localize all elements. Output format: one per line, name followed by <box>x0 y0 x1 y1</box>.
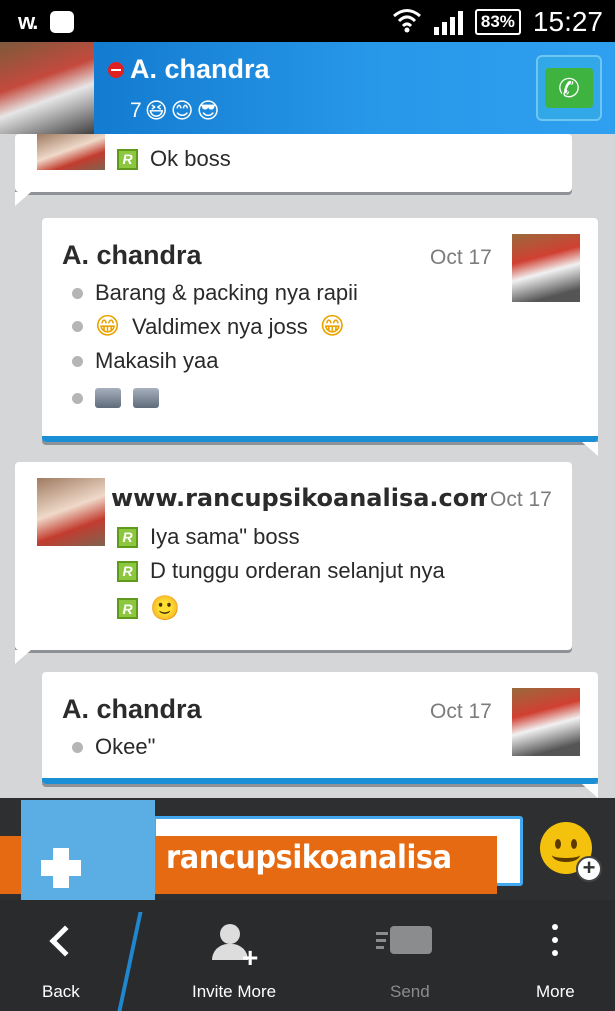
message-text: Valdimex nya joss <box>132 313 308 339</box>
message-line: Makasih yaa <box>72 348 219 374</box>
walkman-icon: w. <box>18 9 38 34</box>
contact-avatar[interactable] <box>0 42 94 134</box>
message-line: R 🙂 <box>117 594 180 623</box>
busy-status-icon <box>108 61 124 78</box>
message-date: Oct 17 <box>430 700 492 723</box>
read-receipt-icon: R <box>117 598 138 619</box>
message-text: Iya sama" boss <box>150 524 300 549</box>
message-line: R D tunggu orderan selanjut nya <box>117 558 445 584</box>
back-label: Back <box>42 982 80 1001</box>
message-line: Okee" <box>72 734 155 760</box>
sender-avatar <box>37 134 105 170</box>
bbm-notification-icon <box>50 11 75 33</box>
message-text: D tunggu orderan selanjut nya <box>150 558 445 583</box>
message-line <box>72 388 159 408</box>
bullet-dot <box>72 392 83 404</box>
status-bar: w. 83% 15:27 <box>0 0 615 42</box>
more-options-icon <box>552 924 558 956</box>
signal-icon <box>433 9 463 35</box>
message-text: Makasih yaa <box>95 348 219 373</box>
add-emoticon-icon: + <box>576 856 602 882</box>
smile-emoticon-icon: 🙂 <box>150 595 180 622</box>
read-receipt-icon: R <box>117 526 138 548</box>
message-bubble-received[interactable]: A. chandra Oct 17 Okee" <box>42 672 598 798</box>
smile-emoticon-icon: 😊 <box>170 98 194 123</box>
invite-more-button[interactable]: + Invite More <box>170 900 300 1011</box>
message-line: R Iya sama" boss <box>117 524 300 550</box>
battery-indicator: 83% <box>474 9 521 35</box>
watermark-text: rancupsikoanalisa <box>166 838 452 876</box>
thumbs-up-icon <box>133 388 159 408</box>
status-count: 7 <box>130 99 142 122</box>
message-status-bar <box>42 778 598 784</box>
message-date: Oct 17 <box>430 246 492 269</box>
clock: 15:27 <box>532 6 603 37</box>
voice-call-button[interactable]: ✆ <box>536 55 602 121</box>
message-text: Barang & packing nya rapii <box>95 280 358 305</box>
more-label: More <box>536 982 575 1001</box>
grin-emoticon-icon: 😁 <box>319 313 345 340</box>
bullet-dot <box>72 741 83 753</box>
chat-header: A. chandra 7 😆 😊 😎 ✆ <box>0 42 615 134</box>
bullet-dot <box>72 287 83 299</box>
message-line: 😁 Valdimex nya joss 😁 <box>72 312 345 341</box>
send-button[interactable]: Send <box>360 900 460 1011</box>
more-button[interactable]: More <box>515 900 605 1011</box>
bbm-send-icon <box>376 926 432 960</box>
bullet-dot <box>72 321 83 332</box>
grin-emoticon-icon: 😁 <box>95 313 121 340</box>
message-bubble-sent[interactable]: www.rancupsikoanalisa.com Oct 17 R Iya s… <box>15 462 572 664</box>
message-sender: www.rancupsikoanalisa.com <box>111 484 487 512</box>
phone-icon: ✆ <box>545 68 593 108</box>
read-receipt-icon: R <box>117 560 138 582</box>
message-sender: A. chandra <box>62 240 202 270</box>
back-button[interactable]: Back <box>0 900 122 1011</box>
message-date: Oct 17 <box>490 488 552 511</box>
back-arrow-icon <box>49 925 81 957</box>
contact-name[interactable]: A. chandra <box>130 54 270 85</box>
message-bubble-sent[interactable]: R Ok boss <box>15 134 572 206</box>
message-line: R Ok boss <box>117 146 231 172</box>
invite-more-label: Invite More <box>192 982 277 1001</box>
wifi-icon <box>392 7 422 38</box>
thumbs-up-icon <box>95 388 121 408</box>
message-status-bar <box>42 436 598 442</box>
message-bubble-received[interactable]: A. chandra Oct 17 Barang & packing nya r… <box>42 218 598 456</box>
bullet-dot <box>72 355 83 367</box>
read-receipt-icon: R <box>117 148 138 170</box>
message-line: Barang & packing nya rapii <box>72 280 358 306</box>
sender-avatar <box>512 234 580 302</box>
message-text: Okee" <box>95 734 156 759</box>
contact-status-message: 7 😆 😊 😎 <box>130 98 220 124</box>
message-sender: A. chandra <box>62 694 202 724</box>
message-text: Ok boss <box>150 146 231 171</box>
send-label: Send <box>390 982 430 1001</box>
plus-icon-bar <box>41 860 81 876</box>
sender-avatar <box>37 478 105 546</box>
sender-avatar <box>512 688 580 756</box>
invite-contact-icon: + <box>210 922 258 973</box>
laughing-emoticon-icon: 😆 <box>144 98 168 123</box>
cool-emoticon-icon: 😎 <box>196 98 220 123</box>
